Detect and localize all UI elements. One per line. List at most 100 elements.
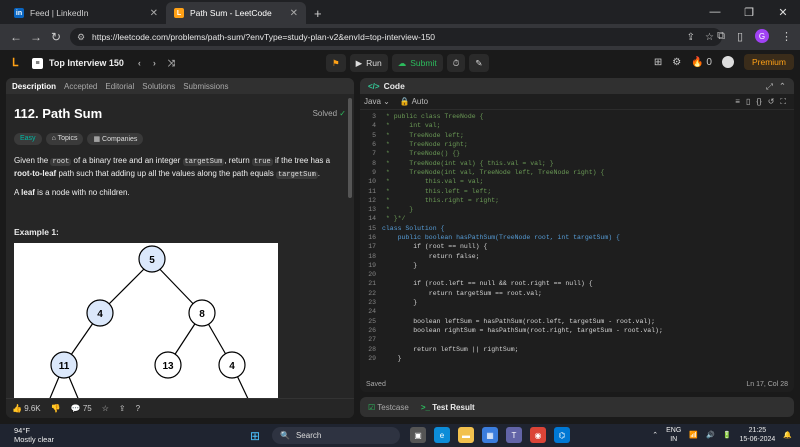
next-icon[interactable]: › [153, 58, 156, 68]
back-icon[interactable]: ← [6, 30, 26, 44]
restore-icon[interactable]: ❐ [732, 6, 766, 19]
code-line[interactable]: 16 public boolean hasPathSum(TreeNode ro… [360, 233, 794, 242]
like-button[interactable]: 👍 9.6K [12, 404, 41, 413]
braces-icon[interactable]: {} [756, 97, 761, 107]
weather-widget[interactable]: 94°F Mostly clear [14, 426, 54, 444]
close-icon[interactable]: ✕ [290, 8, 298, 19]
autocomplete-mode[interactable]: 🔒 Auto [400, 97, 428, 106]
code-line[interactable]: 21 if (root.left == null && root.right =… [360, 279, 794, 288]
scrollbar[interactable] [348, 98, 352, 198]
edge-icon[interactable]: e [434, 427, 450, 443]
leetcode-logo-icon[interactable]: ᒪ [12, 56, 18, 69]
sidebar-icon[interactable]: ▯ [737, 30, 743, 43]
minimize-icon[interactable]: — [698, 6, 732, 18]
problem-list-title[interactable]: Top Interview 150 [49, 58, 124, 68]
run-button[interactable]: ▶ Run [349, 54, 388, 72]
fullscreen-icon[interactable]: ⛶ [780, 97, 786, 107]
language-select[interactable]: Java ⌄ [364, 97, 390, 106]
teams-icon[interactable]: T [506, 427, 522, 443]
file-explorer-icon[interactable]: ▬ [458, 427, 474, 443]
code-line[interactable]: 9 * TreeNode(int val, TreeNode left, Tre… [360, 168, 794, 177]
tray-chevron-icon[interactable]: ⌃ [652, 431, 658, 439]
dislike-icon[interactable]: 👎 [51, 404, 61, 413]
premium-button[interactable]: Premium [743, 54, 794, 70]
code-line[interactable]: 22 return targetSum == root.val; [360, 289, 794, 298]
timer-icon[interactable]: ⏱ [446, 54, 466, 72]
chevron-up-icon[interactable]: ⌃ [779, 81, 786, 92]
code-line[interactable]: 13 * } [360, 205, 794, 214]
notification-icon[interactable]: 🔔 [783, 431, 792, 439]
code-line[interactable]: 7 * TreeNode() {} [360, 149, 794, 158]
prev-icon[interactable]: ‹ [138, 58, 141, 68]
vscode-icon[interactable]: ⌬ [554, 427, 570, 443]
comments-button[interactable]: 💬 75 [71, 404, 92, 413]
code-line[interactable]: 3 * public class TreeNode { [360, 112, 794, 121]
streak[interactable]: 🔥 0 [691, 57, 712, 68]
user-avatar[interactable] [721, 56, 734, 68]
help-icon[interactable]: ? [136, 404, 140, 413]
code-line[interactable]: 15 class Solution { [360, 224, 794, 233]
language-indicator[interactable]: ENG IN [666, 426, 681, 444]
new-tab-button[interactable]: + [306, 2, 330, 24]
notes-icon[interactable]: ✎ [469, 54, 489, 72]
bookmark-icon[interactable]: ▯ [746, 97, 750, 107]
code-line[interactable]: 14 * }*/ [360, 214, 794, 223]
code-line[interactable]: 10 * this.val = val; [360, 177, 794, 186]
bookmark-star-icon[interactable]: ☆ [705, 32, 714, 43]
companies-button[interactable]: ▦ Companies [87, 133, 144, 145]
taskbar-search[interactable]: 🔍 Search [272, 427, 400, 444]
code-line[interactable]: 25 boolean leftSum = hasPathSum(root.lef… [360, 317, 794, 326]
code-line[interactable]: 12 * this.right = right; [360, 196, 794, 205]
wifi-icon[interactable]: 📶 [689, 431, 698, 439]
code-line[interactable]: 24 [360, 307, 794, 316]
code-line[interactable]: 26 boolean rightSum = hasPathSum(root.ri… [360, 326, 794, 335]
layout-icon[interactable]: ⊞ [654, 57, 662, 68]
url-input[interactable]: ⚙ https://leetcode.com/problems/path-sum… [70, 28, 722, 46]
clock[interactable]: 21:25 15-06-2024 [739, 426, 775, 444]
shuffle-icon[interactable]: ⤨ [168, 58, 175, 69]
testcase-tab[interactable]: ☑ Testcase [368, 403, 409, 412]
tab-description[interactable]: Description [12, 82, 56, 91]
favorite-icon[interactable]: ☆ [102, 404, 109, 413]
battery-icon[interactable]: 🔋 [723, 431, 732, 439]
submit-button[interactable]: ☁ Submit [391, 54, 443, 72]
code-line[interactable]: 19 } [360, 261, 794, 270]
share-icon[interactable]: ⇪ [687, 32, 695, 43]
code-line[interactable]: 27 [360, 335, 794, 344]
expand-icon[interactable]: ⤢ [766, 81, 773, 92]
share-icon[interactable]: ⇪ [119, 404, 126, 413]
code-line[interactable]: 23 } [360, 298, 794, 307]
close-icon[interactable]: ✕ [150, 8, 158, 19]
menu-icon[interactable]: ⋮ [781, 30, 792, 43]
debug-icon[interactable]: ⚑ [326, 54, 346, 72]
task-view-icon[interactable]: ▣ [410, 427, 426, 443]
settings-icon[interactable]: ⚙ [672, 57, 681, 68]
tab-submissions[interactable]: Submissions [183, 82, 228, 91]
code-line[interactable]: 29 } [360, 354, 794, 363]
extensions-icon[interactable]: ⧉ [717, 30, 725, 43]
tab-linkedin[interactable]: in Feed | LinkedIn ✕ [6, 2, 166, 24]
forward-icon[interactable]: → [26, 30, 46, 44]
code-line[interactable]: 28 return leftSum || rightSum; [360, 344, 794, 353]
code-line[interactable]: 6 * TreeNode right; [360, 140, 794, 149]
topics-button[interactable]: ⌂ Topics [45, 133, 84, 145]
tab-solutions[interactable]: Solutions [142, 82, 175, 91]
reset-icon[interactable]: ↺ [768, 97, 775, 107]
chrome-icon[interactable]: ◉ [530, 427, 546, 443]
code-line[interactable]: 17 if (root == null) { [360, 242, 794, 251]
code-line[interactable]: 4 * int val; [360, 121, 794, 130]
code-line[interactable]: 20 [360, 270, 794, 279]
tab-leetcode[interactable]: L Path Sum - LeetCode ✕ [166, 2, 306, 24]
format-icon[interactable]: ≡ [735, 97, 740, 107]
tab-editorial[interactable]: Editorial [105, 82, 134, 91]
reload-icon[interactable]: ↻ [46, 30, 66, 44]
code-line[interactable]: 5 * TreeNode left; [360, 131, 794, 140]
code-line[interactable]: 8 * TreeNode(int val) { this.val = val; … [360, 158, 794, 167]
volume-icon[interactable]: 🔊 [706, 431, 715, 439]
code-line[interactable]: 11 * this.left = left; [360, 186, 794, 195]
site-info-icon[interactable]: ⚙ [77, 32, 85, 43]
test-result-tab[interactable]: >_ Test Result [421, 403, 475, 412]
code-editor[interactable]: 3 * public class TreeNode {4 * int val; 5… [360, 112, 794, 372]
tab-accepted[interactable]: Accepted [64, 82, 97, 91]
close-window-icon[interactable]: ✕ [766, 6, 800, 19]
